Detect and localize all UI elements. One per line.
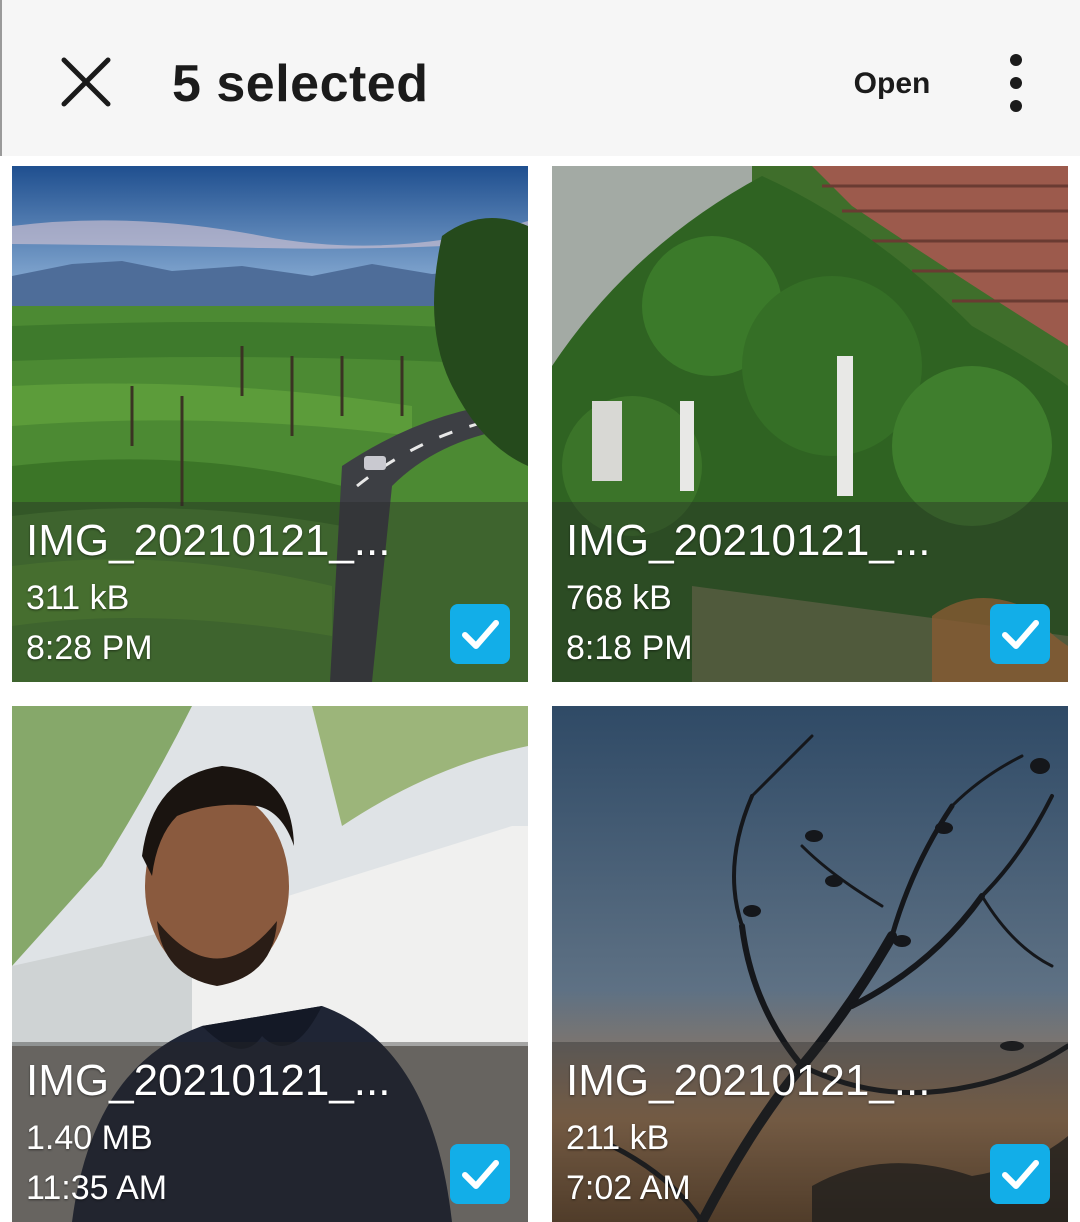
more-vert-icon xyxy=(1010,54,1022,66)
check-icon xyxy=(462,620,499,649)
file-size: 311 kB xyxy=(26,579,130,617)
grid-item[interactable]: IMG_20210121_... 311 kB 8:28 PM xyxy=(12,166,528,682)
selected-checkbox[interactable] xyxy=(990,604,1050,664)
file-time: 8:28 PM xyxy=(26,629,153,667)
file-name: IMG_20210121_... xyxy=(566,516,931,565)
file-time: 8:18 PM xyxy=(566,629,693,667)
grid-item[interactable]: IMG_20210121_... 1.40 MB 11:35 AM xyxy=(12,706,528,1222)
open-button[interactable]: Open xyxy=(842,60,942,108)
close-icon xyxy=(61,57,111,107)
file-name: IMG_20210121_... xyxy=(566,1056,931,1105)
top-app-bar: 5 selected Open xyxy=(0,0,1080,156)
check-icon xyxy=(462,1160,499,1189)
grid-item[interactable]: IMG_20210121_... 768 kB 8:18 PM xyxy=(552,166,1068,682)
image-grid: IMG_20210121_... 311 kB 8:28 PM IMG_2021… xyxy=(0,156,1080,1222)
selected-checkbox[interactable] xyxy=(450,1144,510,1204)
file-size: 1.40 MB xyxy=(26,1119,153,1157)
file-size: 768 kB xyxy=(566,579,672,617)
check-icon xyxy=(1002,1160,1039,1189)
check-icon xyxy=(1002,620,1039,649)
file-time: 11:35 AM xyxy=(26,1169,168,1207)
file-size: 211 kB xyxy=(566,1119,670,1157)
file-name: IMG_20210121_... xyxy=(26,1056,391,1105)
close-selection-button[interactable] xyxy=(54,50,118,114)
file-name: IMG_20210121_... xyxy=(26,516,391,565)
selected-checkbox[interactable] xyxy=(990,1144,1050,1204)
grid-item[interactable]: IMG_20210121_... 211 kB 7:02 AM xyxy=(552,706,1068,1222)
selection-count-title: 5 selected xyxy=(172,55,429,113)
selected-checkbox[interactable] xyxy=(450,604,510,664)
more-options-button[interactable] xyxy=(992,48,1040,118)
file-time: 7:02 AM xyxy=(566,1169,691,1207)
